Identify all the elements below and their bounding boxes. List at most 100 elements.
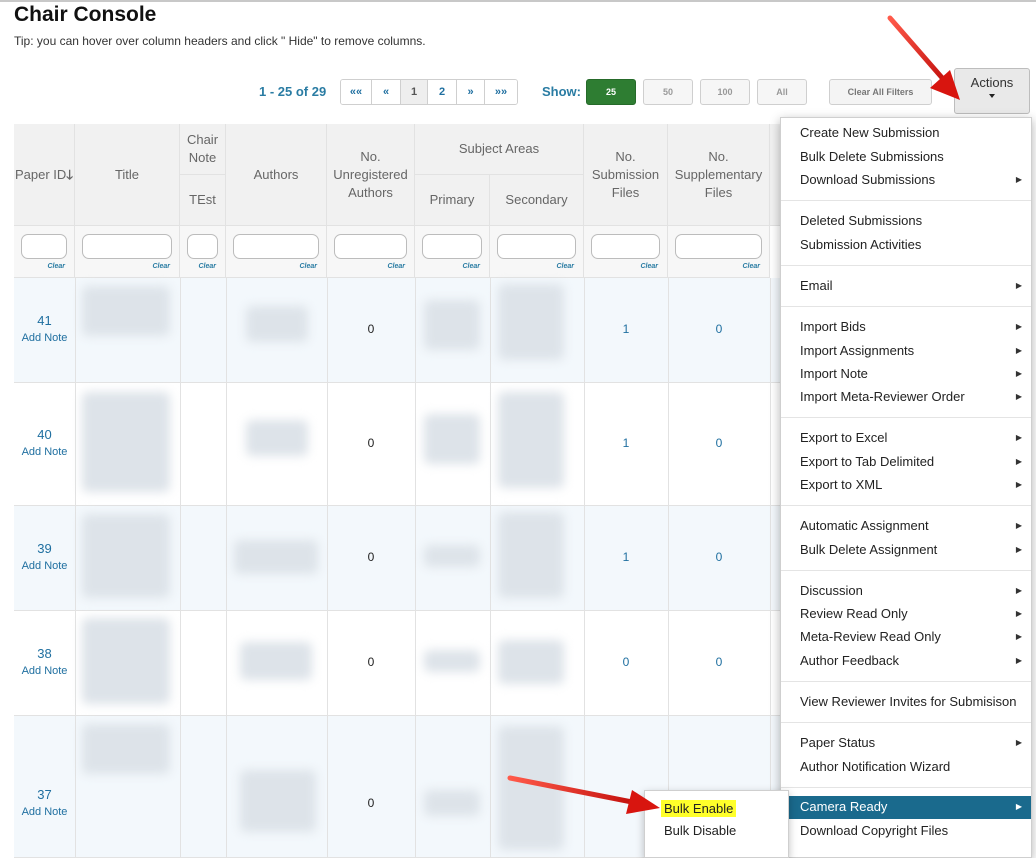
menu-item-paper-status[interactable]: Paper Status ▶ [781, 732, 1031, 754]
menu-item-meta-review-read-only[interactable]: Meta-Review Read Only ▶ [781, 626, 1031, 648]
add-note-link[interactable]: Add Note [14, 560, 75, 572]
menu-item-author-notification-wizard[interactable]: Author Notification Wizard [781, 756, 1031, 778]
header-authors[interactable]: Authors [226, 124, 327, 226]
menu-divider [781, 570, 1031, 571]
menu-divider [781, 505, 1031, 506]
filter-primary: Clear [415, 226, 490, 278]
submission-files-link[interactable]: 1 [584, 322, 668, 336]
add-note-link[interactable]: Add Note [14, 665, 75, 677]
menu-item-bulk-delete-submissions[interactable]: Bulk Delete Submissions [781, 146, 1031, 168]
filter-input[interactable] [82, 234, 172, 259]
filter-clear-link[interactable]: Clear [556, 263, 574, 270]
paper-id-link[interactable]: 39 [14, 541, 75, 556]
chevron-right-icon: ▶ [1015, 480, 1022, 489]
menu-item-export-to-xml[interactable]: Export to XML ▶ [781, 474, 1031, 496]
header-unregistered-authors[interactable]: No. Unregistered Authors [327, 124, 415, 226]
show-100-button[interactable]: 100 [700, 79, 750, 105]
menu-item-automatic-assignment[interactable]: Automatic Assignment ▶ [781, 515, 1031, 537]
menu-item-download-copyright-files[interactable]: Download Copyright Files [781, 820, 1031, 842]
menu-item-review-read-only[interactable]: Review Read Only ▶ [781, 603, 1031, 625]
filter-input[interactable] [591, 234, 660, 259]
header-chair-note-test[interactable]: TEst [180, 175, 226, 226]
menu-item-discussion[interactable]: Discussion ▶ [781, 580, 1031, 602]
header-title[interactable]: Title [75, 124, 180, 226]
redacted-authors [240, 642, 312, 680]
paper-id-link[interactable]: 38 [14, 646, 75, 661]
show-all-button[interactable]: All [757, 79, 807, 105]
submenu-item-bulk-enable[interactable]: Bulk Enable [661, 800, 737, 817]
filter-input[interactable] [187, 234, 218, 259]
submission-files-link[interactable]: 0 [584, 655, 668, 669]
chevron-right-icon: ▶ [1015, 521, 1022, 530]
paper-id-link[interactable]: 41 [14, 313, 75, 328]
header-chair-note[interactable]: Chair Note [180, 124, 226, 175]
chevron-right-icon: ▶ [1015, 281, 1022, 290]
filter-clear-link[interactable]: Clear [742, 263, 760, 270]
redacted-title [82, 724, 170, 774]
menu-item-export-to-excel[interactable]: Export to Excel ▶ [781, 427, 1031, 449]
filter-clear-link[interactable]: Clear [152, 263, 170, 270]
filter-clear-link[interactable]: Clear [462, 263, 480, 270]
menu-item-bulk-delete-assignment[interactable]: Bulk Delete Assignment ▶ [781, 539, 1031, 561]
header-subject-areas[interactable]: Subject Areas [415, 124, 584, 175]
unregistered-count: 0 [367, 550, 375, 564]
menu-item-create-new-submission[interactable]: Create New Submission [781, 122, 1031, 144]
chevron-right-icon: ▶ [1015, 457, 1022, 466]
add-note-link[interactable]: Add Note [14, 806, 75, 818]
unregistered-count: 0 [367, 655, 375, 669]
paper-id-link[interactable]: 37 [14, 787, 75, 802]
header-primary[interactable]: Primary [415, 175, 490, 226]
supplementary-files-link[interactable]: 0 [668, 322, 770, 336]
next-page-button[interactable]: » [457, 80, 485, 104]
header-paper-id[interactable]: Paper ID🡓 [14, 124, 75, 226]
menu-item-email[interactable]: Email ▶ [781, 275, 1031, 297]
unregistered-count: 0 [367, 796, 375, 810]
menu-item-author-feedback[interactable]: Author Feedback ▶ [781, 650, 1031, 672]
menu-item-camera-ready[interactable]: Camera Ready ▶ [781, 796, 1031, 819]
supplementary-files-link[interactable]: 0 [668, 436, 770, 450]
menu-item-export-to-tab-delimited[interactable]: Export to Tab Delimited ▶ [781, 451, 1031, 473]
filter-clear-link[interactable]: Clear [47, 263, 65, 270]
menu-item-import-meta-reviewer-order[interactable]: Import Meta-Reviewer Order ▶ [781, 386, 1031, 408]
supplementary-files-link[interactable]: 0 [668, 655, 770, 669]
menu-divider [781, 681, 1031, 682]
column-divider [770, 278, 771, 858]
filter-clear-link[interactable]: Clear [299, 263, 317, 270]
last-page-button[interactable]: »» [485, 80, 517, 104]
submenu-item-bulk-disable[interactable]: Bulk Disable [664, 823, 736, 838]
header-submission-files[interactable]: No. Submission Files [584, 124, 668, 226]
show-25-button[interactable]: 25 [586, 79, 636, 105]
menu-item-deleted-submissions[interactable]: Deleted Submissions [781, 210, 1031, 232]
filter-clear-link[interactable]: Clear [198, 263, 216, 270]
prev-page-button[interactable]: « [372, 80, 401, 104]
menu-item-import-assignments[interactable]: Import Assignments ▶ [781, 340, 1031, 362]
filter-input[interactable] [233, 234, 319, 259]
filter-input[interactable] [422, 234, 482, 259]
filter-input[interactable] [334, 234, 407, 259]
paper-id-link[interactable]: 40 [14, 427, 75, 442]
header-secondary[interactable]: Secondary [490, 175, 584, 226]
redacted-secondary [498, 640, 564, 684]
supplementary-files-link[interactable]: 0 [668, 550, 770, 564]
first-page-button[interactable]: «« [341, 80, 372, 104]
menu-item-view-reviewer-invites[interactable]: View Reviewer Invites for Submisison [781, 691, 1031, 713]
menu-item-submission-activities[interactable]: Submission Activities [781, 234, 1031, 256]
add-note-link[interactable]: Add Note [14, 446, 75, 458]
page-2-button[interactable]: 2 [428, 80, 457, 104]
filter-input[interactable] [21, 234, 67, 259]
filter-unregistered: Clear [327, 226, 415, 278]
page-1-button[interactable]: 1 [401, 80, 428, 104]
filter-clear-link[interactable]: Clear [640, 263, 658, 270]
filter-input[interactable] [675, 234, 762, 259]
menu-item-import-bids[interactable]: Import Bids ▶ [781, 316, 1031, 338]
show-50-button[interactable]: 50 [643, 79, 693, 105]
add-note-link[interactable]: Add Note [14, 332, 75, 344]
menu-item-import-note[interactable]: Import Note ▶ [781, 363, 1031, 385]
header-supplementary-files[interactable]: No. Supplementary Files [668, 124, 770, 226]
submission-files-link[interactable]: 1 [584, 550, 668, 564]
filter-input[interactable] [497, 234, 576, 259]
filter-clear-link[interactable]: Clear [387, 263, 405, 270]
column-divider [180, 278, 181, 858]
submission-files-link[interactable]: 1 [584, 436, 668, 450]
menu-item-download-submissions[interactable]: Download Submissions ▶ [781, 169, 1031, 191]
